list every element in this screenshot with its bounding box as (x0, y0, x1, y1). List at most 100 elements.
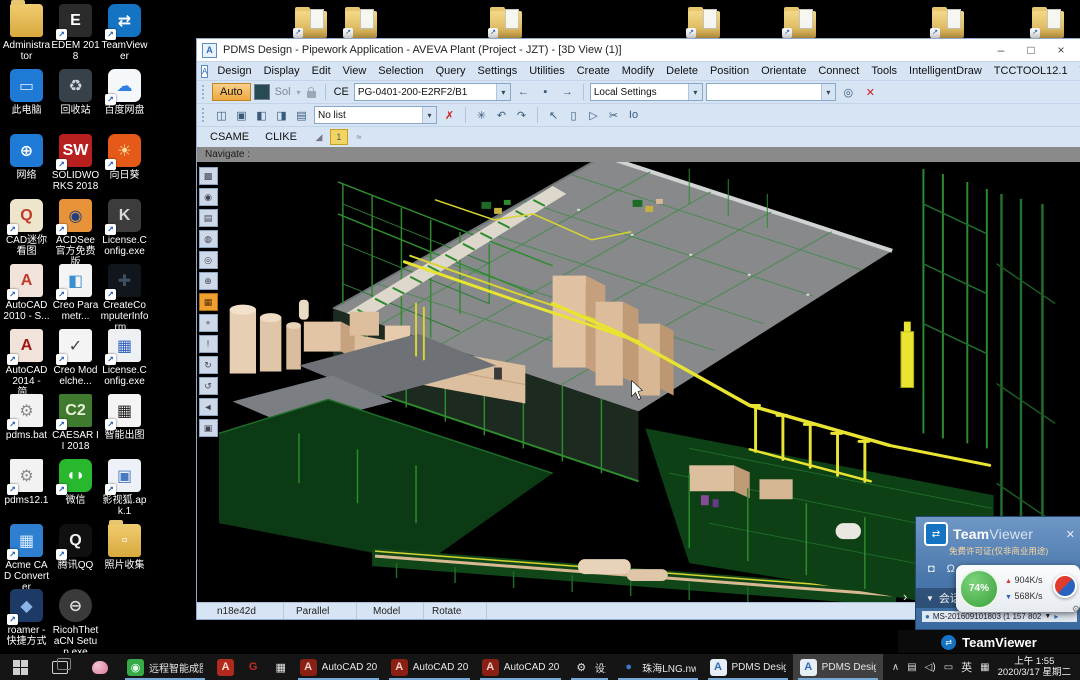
taskbar-app-button[interactable]: A AutoCAD 2010... (384, 654, 475, 680)
desktop-icon[interactable]: K ↗ License.Config.exe (100, 199, 149, 264)
taskbar-app-button[interactable]: ▦ (265, 654, 293, 680)
settings-combobox[interactable]: Local Settings ▾ (590, 83, 703, 101)
pinned-app-button[interactable] (80, 654, 120, 680)
desktop-icon[interactable]: SW ↗ SOLIDWORKS 2018 (51, 134, 100, 199)
menu-item[interactable]: Orientate (755, 65, 812, 77)
pml-icon[interactable]: 1 (330, 129, 348, 145)
view-tool-icon[interactable]: ▣ (199, 419, 218, 437)
ime-indicator[interactable]: 英 (961, 659, 972, 675)
ce-combobox[interactable]: PG-0401-200-E2RF2/B1 ▾ (354, 83, 511, 101)
taskbar-app-button[interactable]: G (238, 654, 266, 680)
menu-item[interactable]: Query (430, 65, 472, 77)
menu-item[interactable]: Modify (616, 65, 660, 77)
desktop-icon[interactable]: ⊖ ↗ RicohThetaCN Setup.exe (51, 589, 100, 654)
search-combobox[interactable]: ▾ (706, 83, 836, 101)
desktop-icon[interactable]: ▦ ↗ Acme CAD Converter (2, 524, 51, 589)
desktop-icon[interactable]: A ↗ AutoCAD 2014 - 简... (2, 329, 51, 394)
color-swatch[interactable] (254, 84, 270, 100)
desktop-icon[interactable]: ▭ ↗ 此电脑 (2, 69, 51, 134)
toolbar-icon[interactable]: Io (624, 106, 643, 125)
minimize-button[interactable]: – (986, 43, 1016, 57)
desktop-icon[interactable]: ⊕ ↗ 网络 (2, 134, 51, 199)
menu-item[interactable]: Window (1074, 65, 1080, 77)
toolbar-icon[interactable]: ▤ (292, 106, 311, 125)
lock-icon[interactable] (307, 91, 316, 98)
find-icon[interactable]: ◎ (839, 83, 858, 102)
toolbar-icon[interactable]: ▣ (232, 106, 251, 125)
nav-back-button[interactable]: ← (514, 83, 533, 102)
toolbar-icon[interactable]: ▯ (564, 106, 583, 125)
desktop-icon[interactable]: Q ↗ 腾讯QQ (51, 524, 100, 589)
taskbar-app-button[interactable]: A (210, 654, 238, 680)
pml-icon[interactable]: ◢ (310, 129, 328, 145)
desktop-icon[interactable]: E ↗ EDEM 2018 (51, 4, 100, 69)
list-combobox[interactable]: No list ▾ (314, 106, 437, 124)
desktop-icon[interactable]: ▦ ↗ License.Config.exe (100, 329, 149, 394)
toolbar-icon[interactable]: ✂ (604, 106, 623, 125)
taskbar-app-button[interactable]: A AutoCAD 2010... (293, 654, 384, 680)
desktop-icon[interactable]: ↗ Administrator (2, 4, 51, 69)
taskbar-app-button[interactable]: A AutoCAD 2010... (475, 654, 566, 680)
taskbar-app-button[interactable]: A PDMS Design ... (793, 654, 883, 680)
toolbar-icon[interactable]: ↷ (512, 106, 531, 125)
pml-icon[interactable]: ≈ (350, 129, 368, 145)
accelerator-ball-icon[interactable] (1053, 574, 1077, 598)
toolbar-icon[interactable]: ▷ (584, 106, 603, 125)
top-folder-icon[interactable]: ↗ (488, 6, 524, 38)
chevron-down-icon[interactable]: ▾ (496, 84, 510, 100)
menu-item[interactable]: TCCTOOL12.1 (988, 65, 1074, 77)
menu-item[interactable]: Design (211, 65, 257, 77)
volume-icon[interactable]: ◁) (925, 662, 936, 673)
menu-item[interactable]: Display (258, 65, 306, 77)
start-button[interactable] (0, 654, 40, 680)
title-bar[interactable]: A PDMS Design - Pipework Application - A… (197, 39, 1080, 61)
tray-clock[interactable]: 上午 1:55 2020/3/17 星期二 (998, 656, 1071, 679)
close-icon[interactable]: ✕ (1066, 528, 1075, 541)
desktop-icon[interactable]: C2 ↗ CAESAR II 2018 (51, 394, 100, 459)
panel-expand-chevron[interactable]: › (903, 589, 907, 604)
view-tool-icon[interactable]: ↻ (199, 356, 218, 374)
view-tool-icon[interactable]: ◄ (199, 398, 218, 416)
menu-item[interactable]: Settings (472, 65, 524, 77)
network-display-icon[interactable]: ▭ (944, 662, 953, 673)
desktop-icon[interactable]: Q ↗ CAD迷你看图 (2, 199, 51, 264)
delete-list-icon[interactable]: ✗ (440, 106, 459, 125)
chevron-down-icon[interactable]: ▾ (296, 88, 302, 97)
toolbar-icon[interactable]: ↖ (544, 106, 563, 125)
teamviewer-tool-icon[interactable]: ◘ (928, 563, 935, 576)
top-folder-icon[interactable]: ↗ (686, 6, 722, 38)
gear-icon[interactable]: ⚙ (1072, 604, 1080, 615)
mdi-document-icon[interactable]: A (201, 65, 208, 78)
menu-item[interactable]: Utilities (523, 65, 570, 77)
top-folder-icon[interactable]: ↗ (930, 6, 966, 38)
taskbar-app-button[interactable]: ● 珠海LNG.nwd ... (613, 654, 702, 680)
view-tool-icon[interactable]: ▩ (199, 167, 218, 185)
tray-app-icon[interactable]: ▤ (907, 662, 916, 673)
menu-item[interactable]: Connect (812, 65, 865, 77)
view-tool-icon[interactable]: + (199, 314, 218, 332)
menu-item[interactable]: IntelligentDraw (903, 65, 988, 77)
csame-button[interactable]: CSAME (203, 129, 256, 145)
menu-item[interactable]: Selection (372, 65, 429, 77)
toolbar-grip[interactable] (202, 85, 207, 99)
caret-down-icon[interactable]: ▼ (1044, 613, 1051, 620)
toolbar-icon[interactable]: ◨ (272, 106, 291, 125)
maximize-button[interactable]: □ (1016, 43, 1046, 57)
desktop-icon[interactable]: ⚙ ↗ pdms12.1 (2, 459, 51, 524)
menu-item[interactable]: Tools (865, 65, 903, 77)
desktop-icon[interactable]: ♻ ↗ 回收站 (51, 69, 100, 134)
desktop-icon[interactable]: ✓ ↗ Creo Modelche... (51, 329, 100, 394)
taskbar-app-button[interactable]: A PDMS Design ... (703, 654, 793, 680)
toolbar-icon[interactable]: ✳ (472, 106, 491, 125)
desktop-icon[interactable]: ▫ ↗ 照片收集 (100, 524, 149, 589)
clike-button[interactable]: CLIKE (258, 129, 304, 145)
teamviewer-tool-icon[interactable]: Ω (947, 563, 955, 576)
menu-item[interactable]: View (337, 65, 373, 77)
desktop-icon[interactable]: ▣ ↗ 影视狐.apk.1 (100, 459, 149, 524)
top-folder-icon[interactable]: ↗ (293, 6, 329, 38)
chevron-down-icon[interactable]: ▾ (821, 84, 835, 100)
view-tool-icon[interactable]: ◉ (199, 188, 218, 206)
toolbar-grip[interactable] (202, 108, 207, 122)
desktop-icon[interactable]: ☁ ↗ 百度网盘 (100, 69, 149, 134)
view-tool-icon[interactable]: ! (199, 335, 218, 353)
